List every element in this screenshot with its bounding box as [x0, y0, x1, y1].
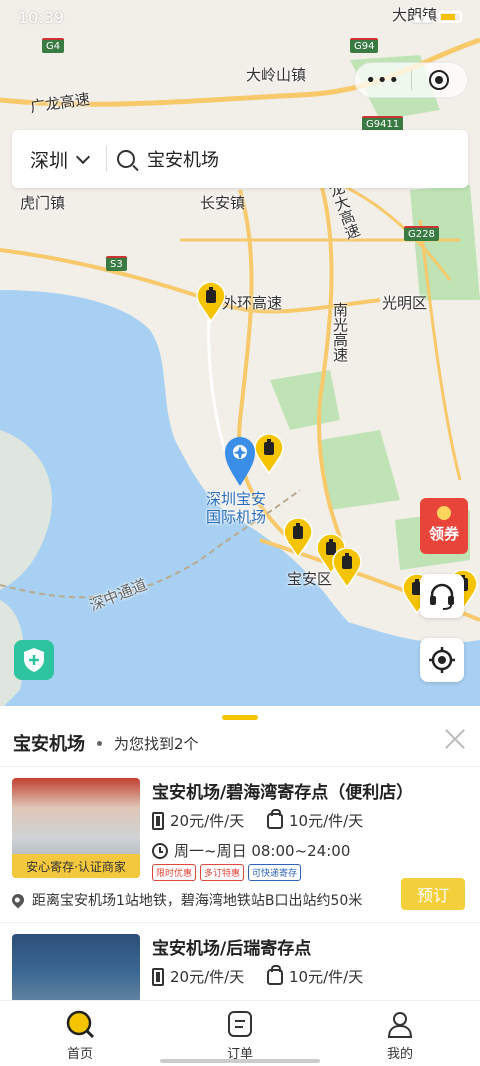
- separator-dot: [97, 740, 102, 746]
- close-icon[interactable]: [444, 728, 466, 750]
- locate-me-button[interactable]: [420, 638, 464, 682]
- bag-price-text: 10元/件/天: [289, 968, 364, 986]
- highway-tag: G4: [42, 38, 65, 53]
- order-list-icon: [228, 1011, 252, 1037]
- search-divider: [106, 146, 108, 172]
- suitcase-price-text: 20元/件/天: [170, 968, 245, 986]
- storage-pin-icon[interactable]: [196, 282, 226, 322]
- map-label: 光明区: [382, 294, 428, 312]
- tab-home-label: 首页: [66, 1047, 93, 1062]
- address-text: 距离宝安机场1站地铁，碧海湾地铁站B口出站约50米: [32, 893, 363, 909]
- safety-shield-button[interactable]: [14, 640, 54, 680]
- price-row: 20元/件/天 10元/件/天: [152, 964, 382, 987]
- tab-mine-label: 我的: [386, 1047, 413, 1062]
- suitcase-price-text: 20元/件/天: [170, 812, 245, 830]
- promo-tag: 限时优惠: [152, 864, 197, 881]
- panel-title: 宝安机场: [13, 734, 85, 755]
- divider: [0, 766, 480, 767]
- map-label: 大岭山镇: [246, 66, 307, 84]
- hours-text: 周一~周日 08:00~24:00: [174, 842, 351, 860]
- bag-price: 10元/件/天: [267, 808, 382, 831]
- map-label: 外环高速: [222, 294, 283, 312]
- store-address: 距离宝安机场1站地铁，碧海湾地铁站B口出站约50米: [9, 890, 363, 910]
- bottom-nav: 首页 订单 我的: [0, 1000, 480, 1066]
- tab-orders[interactable]: 订单: [160, 1001, 320, 1066]
- signal-icon: ▲▲: [412, 9, 432, 25]
- suitcase-price: 20元/件/天: [152, 810, 267, 831]
- store-thumbnail: 安心寄存·认证商家: [12, 778, 140, 878]
- opening-hours: 周一~周日 08:00~24:00: [152, 840, 350, 861]
- battery-icon: [438, 11, 462, 23]
- promo-tag: 可快递寄存: [248, 864, 302, 881]
- status-bar: 10:39 ▲▲: [0, 0, 480, 34]
- results-panel: 宝安机场 为您找到2个 安心寄存·认证商家 宝安机场/碧海湾寄存点（便利店） 2…: [0, 706, 480, 1004]
- close-miniprogram-button[interactable]: [412, 70, 468, 90]
- list-item[interactable]: 宝安机场/后瑞寄存点 20元/件/天 10元/件/天: [12, 934, 468, 1004]
- store-thumbnail: [12, 934, 140, 1004]
- highway-tag: G94: [350, 38, 379, 53]
- coupon-button[interactable]: 领券: [420, 498, 468, 554]
- map-view[interactable]: 大朗镇 大岭山镇 广龙高速 虎门镇 长安镇 外环高速 光明区 南光高速 龙大高速…: [0, 0, 480, 710]
- highway-tag: G9411: [362, 116, 404, 131]
- more-icon[interactable]: •••: [355, 70, 411, 91]
- tab-home[interactable]: 首页: [0, 1001, 160, 1066]
- search-bar: 深圳: [12, 130, 468, 188]
- store-name: 宝安机场/碧海湾寄存点（便利店）: [152, 783, 414, 803]
- drag-handle[interactable]: [222, 715, 258, 720]
- promo-tags: 限时优惠 多订特惠 可快递寄存: [152, 864, 302, 881]
- divider: [0, 922, 480, 923]
- suitcase-icon: [152, 967, 164, 986]
- book-button[interactable]: 预订: [401, 878, 465, 910]
- map-label: 南光高速: [331, 302, 349, 362]
- miniprogram-capsule: •••: [354, 62, 468, 98]
- list-item[interactable]: 安心寄存·认证商家 宝安机场/碧海湾寄存点（便利店） 20元/件/天 10元/件…: [9, 778, 468, 918]
- panel-header: 宝安机场 为您找到2个: [13, 730, 199, 756]
- storage-pin-icon[interactable]: [254, 434, 284, 474]
- city-name: 深圳: [30, 149, 69, 172]
- target-icon: [429, 70, 450, 90]
- bag-icon: [267, 964, 283, 985]
- chevron-down-icon: [75, 149, 91, 164]
- search-input[interactable]: [147, 148, 408, 170]
- storage-pin-icon[interactable]: [332, 548, 362, 588]
- promo-tag: 多订特惠: [200, 864, 245, 881]
- home-indicator: [160, 1059, 320, 1063]
- map-label: 虎门镇: [20, 194, 66, 212]
- suitcase-price: 20元/件/天: [152, 966, 267, 987]
- coupon-label: 领券: [428, 525, 459, 543]
- status-time: 10:39: [18, 7, 65, 27]
- highway-tag: S3: [106, 256, 127, 271]
- clock-icon: [152, 842, 168, 859]
- map-label: 长安镇: [200, 194, 246, 212]
- headset-icon: [430, 583, 454, 610]
- user-icon: [387, 1012, 413, 1038]
- bag-price: 10元/件/天: [267, 964, 382, 987]
- location-icon: [9, 891, 27, 909]
- store-name: 宝安机场/后瑞寄存点: [152, 939, 312, 959]
- tab-mine[interactable]: 我的: [320, 1001, 480, 1066]
- bag-price-text: 10元/件/天: [289, 812, 364, 830]
- result-count: 为您找到2个: [114, 734, 199, 753]
- shield-icon: [24, 648, 44, 672]
- highway-tag: G228: [404, 226, 439, 241]
- price-row: 20元/件/天 10元/件/天: [152, 808, 382, 831]
- search-icon: [66, 1010, 95, 1039]
- airport-label: 深圳宝安 国际机场: [206, 490, 267, 526]
- search-icon: [117, 150, 136, 168]
- airport-pin-icon[interactable]: [224, 436, 256, 488]
- certified-badge: 安心寄存·认证商家: [12, 854, 140, 878]
- storage-pin-icon[interactable]: [283, 518, 313, 558]
- bag-icon: [267, 808, 283, 829]
- suitcase-icon: [152, 811, 164, 830]
- city-selector[interactable]: 深圳: [12, 146, 91, 173]
- customer-service-button[interactable]: [420, 574, 464, 618]
- crosshair-icon: [429, 647, 455, 673]
